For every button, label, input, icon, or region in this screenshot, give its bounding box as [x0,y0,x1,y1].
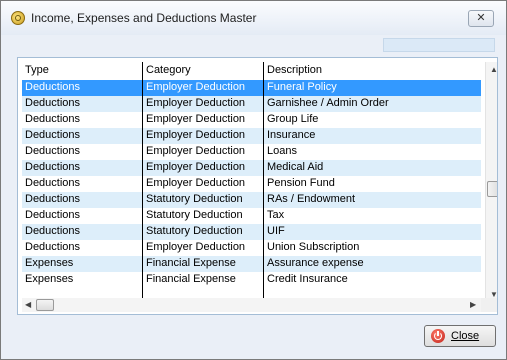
close-button[interactable]: Close [424,325,496,347]
cell-type: Expenses [25,257,74,269]
cell-description: Pension Fund [267,177,335,189]
cell-type: Deductions [25,161,81,173]
column-divider[interactable] [263,62,264,302]
cell-type: Deductions [25,193,81,205]
scroll-up-icon[interactable]: ▲ [490,65,497,74]
cell-description: UIF [267,225,285,237]
cell-type: Deductions [25,241,81,253]
cell-category: Statutory Deduction [146,209,243,221]
list-viewport: Type Category Description Deductions Emp… [22,62,497,302]
window-close-button[interactable]: ✕ [468,10,494,27]
cell-description: Group Life [267,113,319,125]
cell-category: Employer Deduction [146,113,246,125]
cell-type: Expenses [25,273,74,285]
table-row[interactable]: Expenses Financial Expense Credit Insura… [22,272,481,288]
horizontal-scrollbar[interactable]: ◀ ▶ [22,298,481,312]
power-icon [431,329,445,343]
cell-category: Statutory Deduction [146,225,243,237]
table-row[interactable]: Deductions Statutory Deduction RAs / End… [22,192,481,208]
table-row[interactable]: Deductions Employer Deduction Loans [22,144,481,160]
vertical-scrollbar[interactable]: ▲ ▼ [485,62,497,302]
title-bar: Income, Expenses and Deductions Master ✕ [1,1,506,35]
cell-description: Assurance expense [267,257,364,269]
column-divider[interactable] [142,62,143,302]
coin-icon [11,11,25,25]
cell-type: Deductions [25,97,81,109]
scroll-left-icon[interactable]: ◀ [25,300,31,309]
column-header-type[interactable]: Type [25,64,49,76]
scroll-right-icon[interactable]: ▶ [470,300,476,309]
cell-type: Deductions [25,177,81,189]
dialog-window: Income, Expenses and Deductions Master ✕… [0,0,507,360]
table-row[interactable]: Deductions Employer Deduction Insurance [22,128,481,144]
cell-type: Deductions [25,225,81,237]
cell-category: Employer Deduction [146,97,246,109]
table-row[interactable]: Deductions Employer Deduction Pension Fu… [22,176,481,192]
table-row[interactable]: Deductions Employer Deduction Group Life [22,112,481,128]
cell-category: Employer Deduction [146,177,246,189]
cell-description: Insurance [267,129,316,141]
table-row[interactable]: Expenses Financial Expense Assurance exp… [22,256,481,272]
vertical-scroll-thumb[interactable] [487,181,497,197]
cell-category: Employer Deduction [146,129,246,141]
cell-description: Funeral Policy [267,81,337,93]
search-input[interactable] [383,38,495,52]
cell-category: Employer Deduction [146,241,246,253]
cell-description: Union Subscription [267,241,360,253]
column-header-category[interactable]: Category [146,64,191,76]
items-list: Type Category Description Deductions Emp… [17,57,498,315]
table-row[interactable]: Deductions Statutory Deduction Tax [22,208,481,224]
table-row[interactable]: Deductions Employer Deduction Garnishee … [22,96,481,112]
cell-type: Deductions [25,113,81,125]
cell-type: Deductions [25,209,81,221]
close-button-label: Close [451,330,480,342]
window-title: Income, Expenses and Deductions Master [31,11,257,25]
cell-description: RAs / Endowment [267,193,356,205]
horizontal-scroll-thumb[interactable] [36,299,54,311]
table-row[interactable]: Deductions Employer Deduction Union Subs… [22,240,481,256]
table-row[interactable]: Deductions Employer Deduction Funeral Po… [22,80,481,96]
cell-category: Statutory Deduction [146,193,243,205]
cell-description: Loans [267,145,297,157]
cell-type: Deductions [25,129,81,141]
cell-category: Employer Deduction [146,81,246,93]
cell-description: Tax [267,209,285,221]
cell-description: Garnishee / Admin Order [267,97,389,109]
column-header-description[interactable]: Description [267,64,322,76]
cell-description: Credit Insurance [267,273,348,285]
list-header: Type Category Description [22,62,481,80]
cell-description: Medical Aid [267,161,324,173]
scrollbar-corner [481,298,497,312]
cell-type: Deductions [25,145,81,157]
table-row[interactable]: Deductions Employer Deduction Medical Ai… [22,160,481,176]
cell-category: Employer Deduction [146,161,246,173]
table-row[interactable]: Deductions Statutory Deduction UIF [22,224,481,240]
cell-category: Financial Expense [146,257,236,269]
cell-category: Employer Deduction [146,145,246,157]
close-icon: ✕ [476,12,486,24]
cell-type: Deductions [25,81,81,93]
cell-category: Financial Expense [146,273,236,285]
